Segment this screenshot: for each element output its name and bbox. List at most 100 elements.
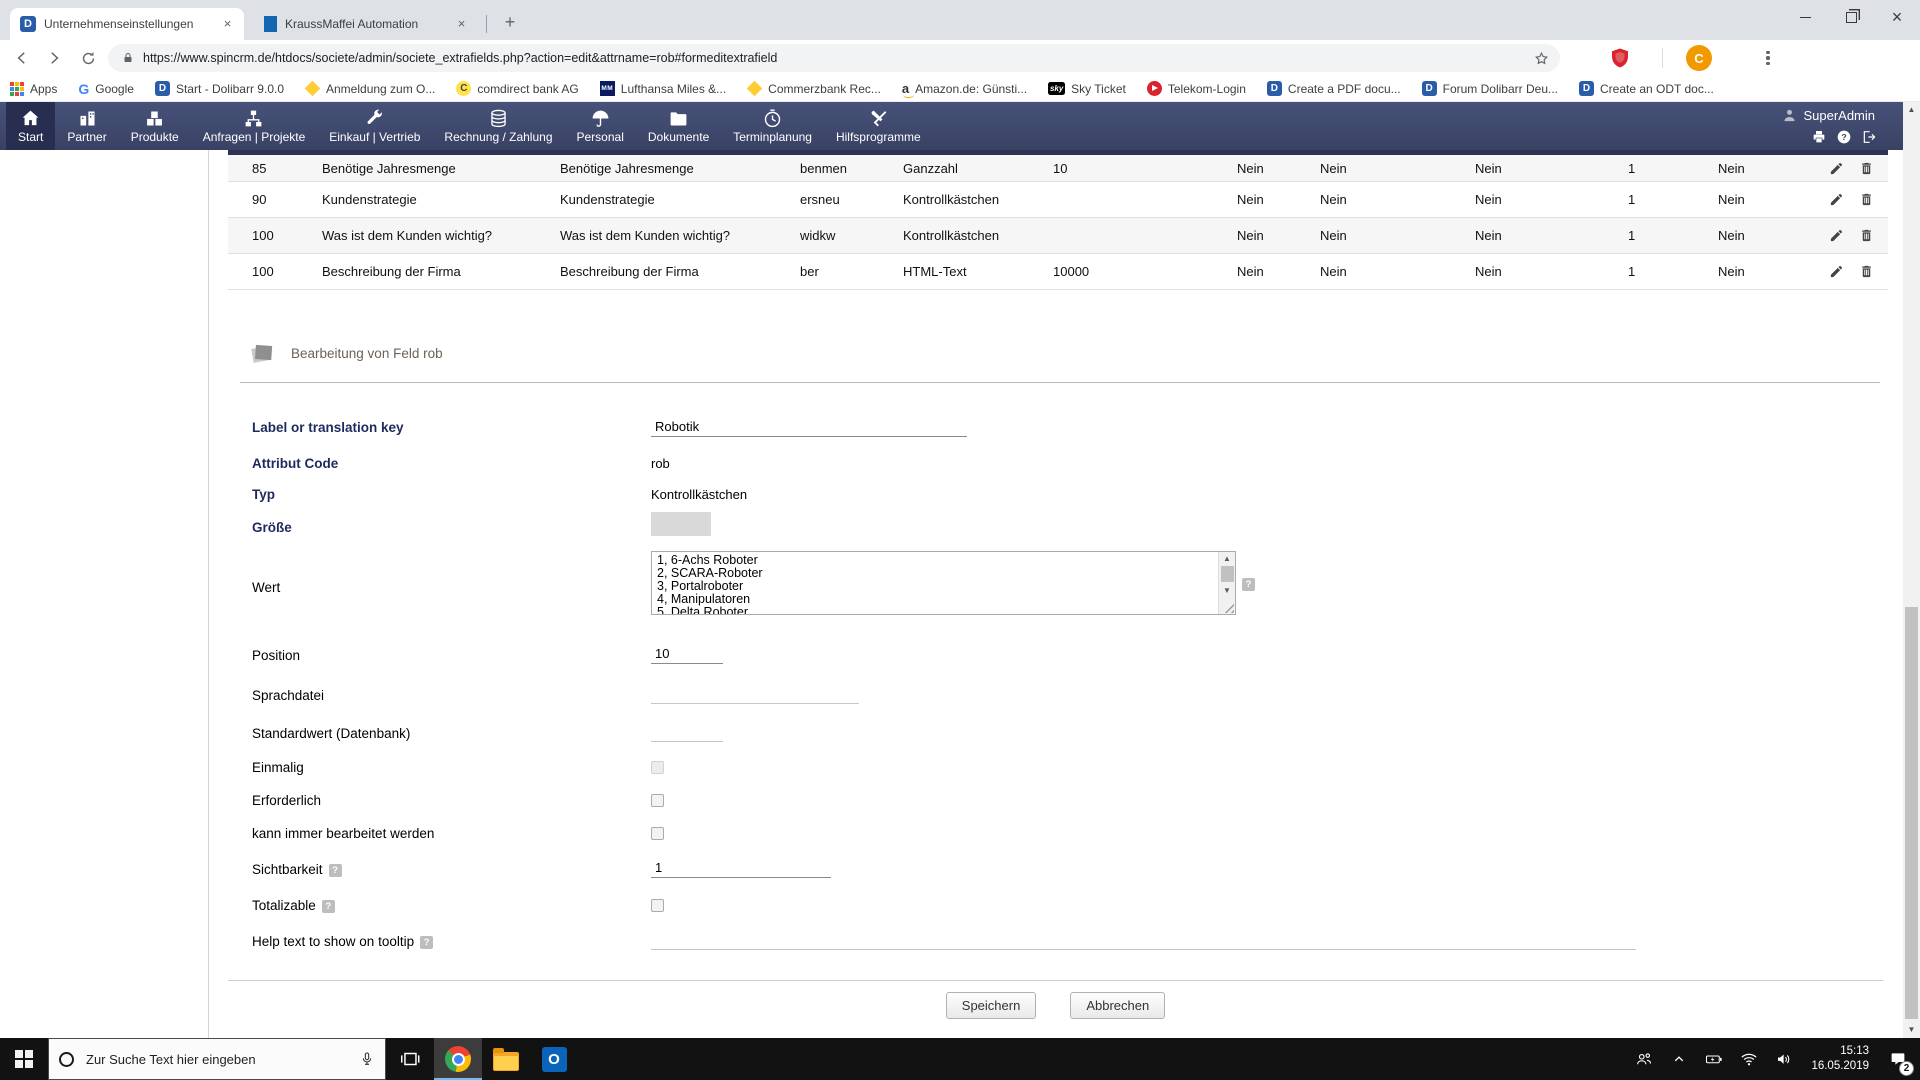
bookmark-star-icon[interactable] [1533,50,1550,67]
help-tooltip-input[interactable] [651,930,1636,950]
bookmark-create-odt[interactable]: D Create an ODT doc... [1579,81,1714,96]
scrollbar-thumb[interactable] [1221,566,1234,582]
bookmark-telekom[interactable]: Telekom-Login [1146,81,1246,96]
edit-pencil-icon[interactable] [1829,161,1844,176]
volume-icon[interactable] [1769,1038,1799,1080]
menu-item-dokumente[interactable]: Dokumente [636,102,721,150]
toolbar-separator [1662,48,1663,68]
taskbar-search-input[interactable] [84,1050,349,1068]
menu-item-anfragen-projekte[interactable]: Anfragen | Projekte [191,102,318,150]
visibility-input[interactable] [651,858,831,878]
menu-item-hilfsprogramme[interactable]: Hilfsprogramme [824,102,933,150]
page-scrollbar[interactable] [1903,102,1920,1038]
tab-kraussmaffei[interactable]: KraussMaffei Automation [254,8,478,40]
value-textarea[interactable]: 1, 6-Achs Roboter 2, SCARA-Roboter 3, Po… [652,552,1218,614]
cell-code: benmen [800,160,847,176]
user-icon [1784,109,1795,122]
url-bar[interactable]: https://www.spincrm.de/htdocs/societe/ad… [108,44,1560,72]
always-editable-checkbox[interactable] [651,827,664,840]
start-button[interactable] [0,1038,48,1080]
bookmark-create-pdf[interactable]: D Create a PDF docu... [1266,81,1401,96]
delete-trash-icon[interactable] [1859,264,1874,279]
bookmark-google[interactable]: G Google [78,81,134,97]
bookmark-label: Commerzbank Rec... [768,81,881,96]
battery-icon[interactable] [1699,1038,1729,1080]
visibility-label: Sichtbarkeit [252,862,342,877]
menu-item-start[interactable]: Start [6,102,56,150]
position-input[interactable] [651,644,723,664]
edit-pencil-icon[interactable] [1829,192,1844,207]
tab-title: Unternehmenseinstellungen [44,17,194,31]
label-input[interactable] [651,417,967,437]
menu-item-rechnung-zahlung[interactable]: Rechnung / Zahlung [432,102,564,150]
bookmark-anmeldung[interactable]: Anmeldung zum O... [304,80,435,97]
menu-item-partner[interactable]: Partner [55,102,118,150]
edit-pencil-icon[interactable] [1829,228,1844,243]
menu-item-produkte[interactable]: Produkte [119,102,191,150]
tab-company-settings[interactable]: D Unternehmenseinstellungen [10,8,244,40]
delete-trash-icon[interactable] [1859,192,1874,207]
menu-item-terminplanung[interactable]: Terminplanung [721,102,824,150]
browser-menu-icon[interactable] [1760,47,1776,69]
totalizable-checkbox[interactable] [651,899,664,912]
action-center-button[interactable]: 2 [1881,1038,1915,1080]
scroll-up-icon[interactable] [1903,102,1920,118]
scroll-up-icon[interactable] [1219,552,1235,565]
user-menu[interactable]: SuperAdmin [1782,108,1875,123]
forward-button[interactable] [40,44,68,72]
adblock-shield-icon[interactable] [1608,46,1632,70]
profile-avatar[interactable]: C [1686,45,1712,71]
visibility-help-icon[interactable] [328,864,342,877]
bookmark-dolibarr-start[interactable]: D Start - Dolibarr 9.0.0 [154,81,284,96]
cancel-button[interactable]: Abbrechen [1070,992,1166,1019]
print-icon[interactable] [1811,129,1827,145]
back-button[interactable] [8,44,36,72]
taskbar-outlook-button[interactable]: O [530,1038,578,1080]
scrollbar-thumb[interactable] [1905,607,1918,1019]
bookmark-comdirect[interactable]: C comdirect bank AG [456,81,579,96]
tab-close-icon[interactable] [453,16,470,33]
wifi-icon[interactable] [1734,1038,1764,1080]
taskbar-explorer-button[interactable] [482,1038,530,1080]
window-close-button[interactable] [1874,0,1920,34]
bookmark-sky[interactable]: sky Sky Ticket [1048,82,1126,96]
taskbar-search[interactable] [48,1038,386,1080]
taskbar-chrome-button[interactable] [434,1038,482,1080]
totalizable-help-icon[interactable] [321,900,335,913]
bookmark-forum-dolibarr[interactable]: D Forum Dolibarr Deu... [1421,81,1558,96]
task-view-button[interactable] [386,1038,434,1080]
scroll-down-icon[interactable] [1219,584,1235,597]
taskbar-clock[interactable]: 15:13 16.05.2019 [1811,1044,1869,1074]
reload-button[interactable] [74,44,102,72]
delete-trash-icon[interactable] [1859,228,1874,243]
table-row: 100 Beschreibung der Firma Beschreibung … [228,254,1888,290]
cell-totalizable: Nein [1718,192,1745,207]
delete-trash-icon[interactable] [1859,161,1874,176]
tray-expand-chevron-icon[interactable] [1664,1038,1694,1080]
cell-type: Kontrollkästchen [903,228,1000,243]
bookmark-amazon[interactable]: a Amazon.de: Günsti... [902,82,1027,98]
window-minimize-button[interactable] [1782,0,1828,34]
bookmark-label: Telekom-Login [1167,81,1246,96]
people-tray-icon[interactable] [1629,1038,1659,1080]
bookmark-commerzbank[interactable]: Commerzbank Rec... [746,80,881,97]
help-icon[interactable]: ? [1836,129,1852,145]
scroll-down-icon[interactable] [1903,1022,1920,1038]
help-tooltip-help-icon[interactable] [420,936,434,949]
microphone-icon[interactable] [359,1051,375,1067]
value-help-icon[interactable] [1242,578,1255,591]
logout-icon[interactable] [1861,129,1877,145]
bookmark-apps[interactable]: Apps [10,81,57,96]
edit-pencil-icon[interactable] [1829,264,1844,279]
language-file-input[interactable] [651,684,859,704]
save-button[interactable]: Speichern [945,992,1037,1019]
cell-type: Ganzzahl [903,160,958,176]
new-tab-button[interactable] [498,11,522,35]
default-value-input[interactable] [651,722,723,742]
window-restore-button[interactable] [1828,0,1874,34]
menu-item-personal[interactable]: Personal [565,102,636,150]
tab-close-icon[interactable] [219,16,236,33]
required-checkbox[interactable] [651,794,664,807]
bookmark-lufthansa[interactable]: MM Lufthansa Miles &... [599,81,726,96]
menu-item-einkauf-vertrieb[interactable]: Einkauf | Vertrieb [317,102,432,150]
